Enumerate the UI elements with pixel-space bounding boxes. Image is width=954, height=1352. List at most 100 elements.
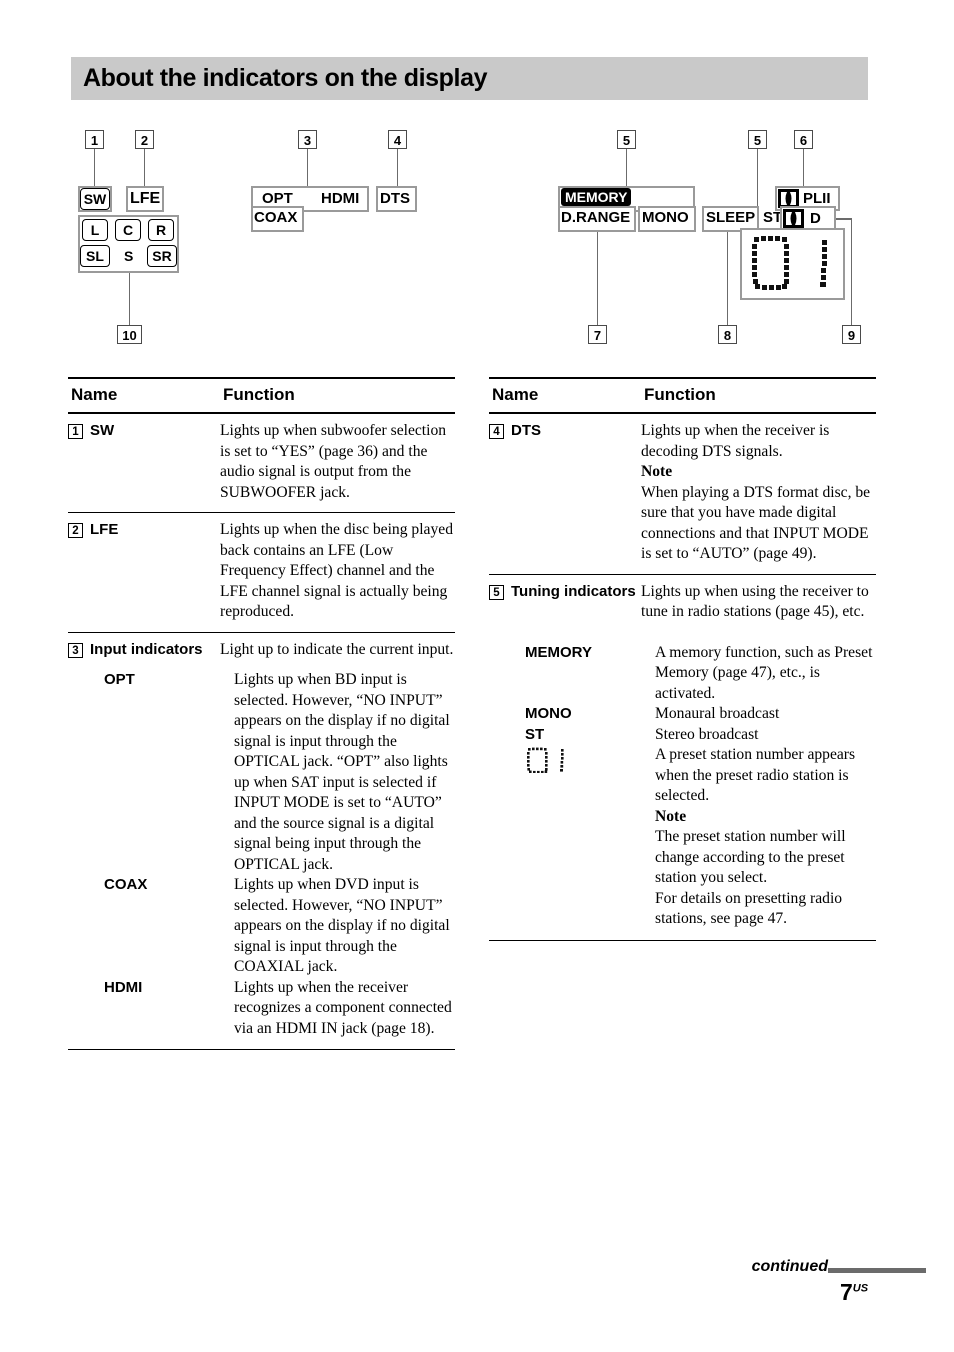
table-row: 3 Input indicators Light up to indicate …: [68, 633, 455, 661]
column-header-function: Function: [223, 385, 295, 404]
table-subrow-st: ST Stereo broadcast: [489, 725, 876, 746]
lead-line-1: [93, 149, 96, 186]
row-number-spacer: [489, 745, 511, 930]
preset-extra-text: For details on presetting radio stations…: [655, 889, 843, 928]
row-number-spacer: [68, 875, 90, 978]
callout-5-left: 5: [617, 130, 636, 149]
hdmi-indicator-label: HDMI: [321, 190, 360, 207]
row-name-cell: Tuning indicators: [511, 582, 636, 600]
row-number-badge: 2: [68, 523, 83, 538]
memory-indicator-label: MEMORY: [561, 188, 632, 206]
dts-note-label: Note: [641, 463, 673, 480]
sleep-indicator-label: SLEEP: [706, 209, 756, 226]
table-row: 4 DTS Lights up when the receiver is dec…: [489, 414, 876, 574]
speaker-chip-sl: SL: [80, 245, 110, 267]
callout-6: 6: [794, 130, 813, 149]
lead-line-5-right: [756, 149, 759, 206]
table-subrow-memory: MEMORY A memory function, such as Preset…: [489, 643, 876, 705]
plii-indicator-label: PLII: [803, 190, 831, 207]
preset-note-label: Note: [655, 807, 687, 825]
lead-line-2: [143, 149, 146, 186]
dolby-logo-icon-d: [783, 209, 804, 228]
subrow-function-cell: Lights up when DVD input is selected. Ho…: [234, 876, 450, 975]
row-number-badge: 1: [68, 424, 83, 439]
indicator-table-right: Name Function 4 DTS Lights up when the r…: [489, 377, 876, 941]
row-number-spacer: [68, 978, 90, 1040]
row-function-cell: Lights up when using the receiver to tun…: [641, 582, 869, 621]
dts-function-line-1: Lights up when the receiver is decoding …: [641, 422, 830, 460]
subrow-name-cell: ST: [525, 725, 545, 743]
row-number-cell: 2: [68, 520, 90, 623]
lead-line-8: [726, 232, 729, 325]
mono-indicator-label: MONO: [642, 209, 689, 226]
row-number-spacer: [489, 704, 511, 725]
dolby-d-indicator-label: D: [810, 210, 821, 227]
lfe-chip-label: LFE: [130, 190, 161, 207]
sw-chip-label: SW: [83, 191, 107, 207]
speaker-chip-s-label: S: [124, 248, 134, 264]
dts-indicator-label: DTS: [380, 190, 410, 207]
lead-line-6: [802, 149, 805, 186]
table-subrow-mono: MONO Monaural broadcast: [489, 704, 876, 725]
speaker-chip-sr-label: SR: [152, 248, 172, 264]
table-rule-right-bottom: [489, 939, 876, 941]
table-row: 1 SW Lights up when subwoofer selection …: [68, 414, 455, 512]
d-range-indicator-label: D.RANGE: [561, 209, 631, 226]
row-name-cell: Input indicators: [90, 640, 203, 658]
row-number-cell: 4: [489, 421, 511, 565]
opt-indicator-label: OPT: [262, 190, 293, 207]
dts-function-line-2: When playing a DTS format disc, be sure …: [641, 483, 871, 563]
display-diagram-left: 1 2 3 4 10 SW LFE L C R SL S SR OPT HDMI…: [0, 0, 470, 360]
table-header-left: Name Function: [68, 379, 455, 412]
callout-4: 4: [388, 130, 407, 149]
row-function-cell: Light up to indicate the current input.: [220, 640, 454, 658]
lead-line-4: [396, 149, 399, 186]
speaker-chip-c-label: C: [122, 222, 134, 238]
preset-number-digits-icon: [748, 234, 838, 294]
row-number-badge: 5: [489, 584, 504, 600]
row-number-spacer: [68, 670, 90, 875]
footer-page-number-value: 7: [840, 1279, 853, 1305]
callout-2: 2: [135, 130, 154, 149]
row-spacer: [489, 623, 876, 643]
column-header-name: Name: [71, 385, 118, 404]
table-row: 5 Tuning indicators Lights up when using…: [489, 575, 876, 623]
subrow-function-cell: Lights up when the receiver recognizes a…: [234, 978, 452, 1037]
preset-function-text: A preset station number appears when the…: [655, 746, 856, 804]
subrow-name-cell: HDMI: [104, 978, 143, 996]
subrow-function-cell: A preset station number appears when the…: [655, 745, 876, 930]
row-number-spacer: [489, 725, 511, 746]
subrow-name-cell: [511, 745, 655, 930]
speaker-chip-c: C: [115, 219, 141, 241]
lead-line-3: [306, 149, 309, 186]
table-subrow-coax: COAX Lights up when DVD input is selecte…: [68, 875, 455, 978]
row-number-badge: 4: [489, 424, 504, 439]
subrow-function-cell: Stereo broadcast: [655, 725, 759, 743]
row-function-cell: Lights up when the disc being played bac…: [220, 521, 453, 620]
column-header-function: Function: [644, 385, 716, 404]
table-subrow-opt: OPT Lights up when BD input is selected.…: [68, 670, 455, 875]
row-number-cell: 1: [68, 421, 90, 503]
speaker-chip-sl-label: SL: [86, 248, 104, 264]
subrow-name-cell: OPT: [104, 671, 135, 688]
column-header-name: Name: [492, 385, 539, 404]
indicator-table-left: Name Function 1 SW Lights up when subwoo…: [68, 377, 455, 1050]
footer-page-number: 7US: [840, 1279, 868, 1306]
speaker-chip-r: R: [148, 219, 174, 241]
subrow-function-cell: Lights up when BD input is selected. How…: [234, 671, 450, 873]
speaker-chip-sr: SR: [147, 245, 177, 267]
subrow-name-cell: MEMORY: [525, 643, 592, 661]
row-number-spacer: [489, 643, 511, 705]
callout-7: 9: [842, 325, 861, 344]
row-number-cell: 3: [68, 640, 90, 661]
row-function-cell: Lights up when subwoofer selection is se…: [220, 422, 447, 501]
callout-9: 7: [588, 325, 607, 344]
row-name-cell: DTS: [511, 422, 541, 439]
subrow-name-cell: MONO: [525, 705, 572, 722]
table-rule-left-bottom: [68, 1049, 455, 1050]
row-number-cell: 5: [489, 582, 511, 623]
row-name-cell: SW: [90, 422, 115, 439]
footer-page-region-suffix: US: [852, 1282, 869, 1295]
display-diagram-right: 5 5 6 7 8 9 MEMORY D.RANGE MONO SLEEP ST…: [490, 0, 910, 360]
callout-5-right: 5: [748, 130, 767, 149]
